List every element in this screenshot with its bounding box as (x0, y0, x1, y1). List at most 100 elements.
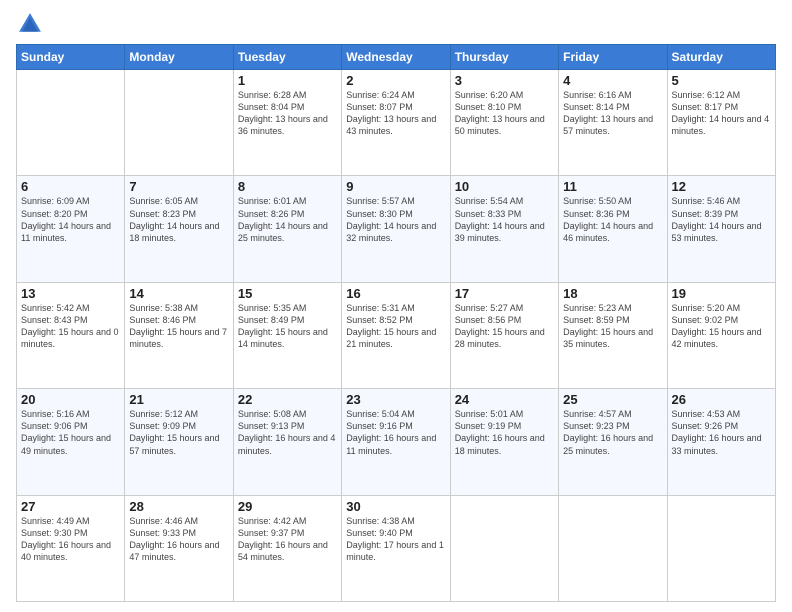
day-info: Sunrise: 5:42 AMSunset: 8:43 PMDaylight:… (21, 302, 120, 351)
day-info: Sunrise: 5:04 AMSunset: 9:16 PMDaylight:… (346, 408, 445, 457)
day-number: 19 (672, 286, 771, 301)
day-number: 21 (129, 392, 228, 407)
calendar-cell: 7Sunrise: 6:05 AMSunset: 8:23 PMDaylight… (125, 176, 233, 282)
calendar-cell: 3Sunrise: 6:20 AMSunset: 8:10 PMDaylight… (450, 70, 558, 176)
day-number: 1 (238, 73, 337, 88)
calendar-week-row: 6Sunrise: 6:09 AMSunset: 8:20 PMDaylight… (17, 176, 776, 282)
calendar-cell: 15Sunrise: 5:35 AMSunset: 8:49 PMDayligh… (233, 282, 341, 388)
day-info: Sunrise: 6:20 AMSunset: 8:10 PMDaylight:… (455, 89, 554, 138)
day-number: 18 (563, 286, 662, 301)
calendar-cell: 26Sunrise: 4:53 AMSunset: 9:26 PMDayligh… (667, 389, 775, 495)
day-number: 4 (563, 73, 662, 88)
day-number: 29 (238, 499, 337, 514)
calendar-cell (559, 495, 667, 601)
calendar-cell: 10Sunrise: 5:54 AMSunset: 8:33 PMDayligh… (450, 176, 558, 282)
day-info: Sunrise: 5:20 AMSunset: 9:02 PMDaylight:… (672, 302, 771, 351)
day-info: Sunrise: 4:57 AMSunset: 9:23 PMDaylight:… (563, 408, 662, 457)
calendar-cell: 28Sunrise: 4:46 AMSunset: 9:33 PMDayligh… (125, 495, 233, 601)
day-number: 7 (129, 179, 228, 194)
calendar-cell: 20Sunrise: 5:16 AMSunset: 9:06 PMDayligh… (17, 389, 125, 495)
day-number: 24 (455, 392, 554, 407)
day-number: 9 (346, 179, 445, 194)
day-number: 22 (238, 392, 337, 407)
calendar-cell (125, 70, 233, 176)
day-info: Sunrise: 4:42 AMSunset: 9:37 PMDaylight:… (238, 515, 337, 564)
weekday-header: Monday (125, 45, 233, 70)
day-number: 23 (346, 392, 445, 407)
calendar-cell: 13Sunrise: 5:42 AMSunset: 8:43 PMDayligh… (17, 282, 125, 388)
calendar-cell: 16Sunrise: 5:31 AMSunset: 8:52 PMDayligh… (342, 282, 450, 388)
calendar-cell: 2Sunrise: 6:24 AMSunset: 8:07 PMDaylight… (342, 70, 450, 176)
calendar-cell: 23Sunrise: 5:04 AMSunset: 9:16 PMDayligh… (342, 389, 450, 495)
day-info: Sunrise: 5:46 AMSunset: 8:39 PMDaylight:… (672, 195, 771, 244)
day-number: 12 (672, 179, 771, 194)
day-info: Sunrise: 4:49 AMSunset: 9:30 PMDaylight:… (21, 515, 120, 564)
day-info: Sunrise: 6:16 AMSunset: 8:14 PMDaylight:… (563, 89, 662, 138)
logo (16, 10, 48, 38)
day-info: Sunrise: 6:09 AMSunset: 8:20 PMDaylight:… (21, 195, 120, 244)
day-info: Sunrise: 5:16 AMSunset: 9:06 PMDaylight:… (21, 408, 120, 457)
calendar-cell: 27Sunrise: 4:49 AMSunset: 9:30 PMDayligh… (17, 495, 125, 601)
day-info: Sunrise: 6:05 AMSunset: 8:23 PMDaylight:… (129, 195, 228, 244)
calendar-cell: 18Sunrise: 5:23 AMSunset: 8:59 PMDayligh… (559, 282, 667, 388)
calendar-cell: 4Sunrise: 6:16 AMSunset: 8:14 PMDaylight… (559, 70, 667, 176)
day-number: 6 (21, 179, 120, 194)
day-number: 28 (129, 499, 228, 514)
day-info: Sunrise: 6:12 AMSunset: 8:17 PMDaylight:… (672, 89, 771, 138)
day-number: 5 (672, 73, 771, 88)
day-number: 13 (21, 286, 120, 301)
day-number: 27 (21, 499, 120, 514)
day-number: 11 (563, 179, 662, 194)
calendar-cell: 29Sunrise: 4:42 AMSunset: 9:37 PMDayligh… (233, 495, 341, 601)
calendar-cell: 19Sunrise: 5:20 AMSunset: 9:02 PMDayligh… (667, 282, 775, 388)
day-info: Sunrise: 6:01 AMSunset: 8:26 PMDaylight:… (238, 195, 337, 244)
day-info: Sunrise: 6:28 AMSunset: 8:04 PMDaylight:… (238, 89, 337, 138)
day-number: 25 (563, 392, 662, 407)
day-number: 17 (455, 286, 554, 301)
day-number: 20 (21, 392, 120, 407)
weekday-header: Thursday (450, 45, 558, 70)
calendar-cell: 25Sunrise: 4:57 AMSunset: 9:23 PMDayligh… (559, 389, 667, 495)
logo-icon (16, 10, 44, 38)
page: SundayMondayTuesdayWednesdayThursdayFrid… (0, 0, 792, 612)
calendar-cell: 1Sunrise: 6:28 AMSunset: 8:04 PMDaylight… (233, 70, 341, 176)
weekday-header: Saturday (667, 45, 775, 70)
calendar-cell (17, 70, 125, 176)
day-number: 14 (129, 286, 228, 301)
calendar-cell: 21Sunrise: 5:12 AMSunset: 9:09 PMDayligh… (125, 389, 233, 495)
weekday-header: Sunday (17, 45, 125, 70)
calendar-table: SundayMondayTuesdayWednesdayThursdayFrid… (16, 44, 776, 602)
day-info: Sunrise: 5:54 AMSunset: 8:33 PMDaylight:… (455, 195, 554, 244)
calendar-week-row: 27Sunrise: 4:49 AMSunset: 9:30 PMDayligh… (17, 495, 776, 601)
calendar-cell (450, 495, 558, 601)
calendar-cell: 17Sunrise: 5:27 AMSunset: 8:56 PMDayligh… (450, 282, 558, 388)
day-info: Sunrise: 4:38 AMSunset: 9:40 PMDaylight:… (346, 515, 445, 564)
day-info: Sunrise: 5:57 AMSunset: 8:30 PMDaylight:… (346, 195, 445, 244)
day-number: 10 (455, 179, 554, 194)
calendar-cell: 30Sunrise: 4:38 AMSunset: 9:40 PMDayligh… (342, 495, 450, 601)
calendar-week-row: 1Sunrise: 6:28 AMSunset: 8:04 PMDaylight… (17, 70, 776, 176)
calendar-header-row: SundayMondayTuesdayWednesdayThursdayFrid… (17, 45, 776, 70)
day-info: Sunrise: 6:24 AMSunset: 8:07 PMDaylight:… (346, 89, 445, 138)
day-number: 16 (346, 286, 445, 301)
calendar-cell: 6Sunrise: 6:09 AMSunset: 8:20 PMDaylight… (17, 176, 125, 282)
day-number: 30 (346, 499, 445, 514)
calendar-cell: 5Sunrise: 6:12 AMSunset: 8:17 PMDaylight… (667, 70, 775, 176)
weekday-header: Wednesday (342, 45, 450, 70)
weekday-header: Friday (559, 45, 667, 70)
day-number: 15 (238, 286, 337, 301)
header (16, 10, 776, 38)
day-info: Sunrise: 5:35 AMSunset: 8:49 PMDaylight:… (238, 302, 337, 351)
day-number: 2 (346, 73, 445, 88)
day-info: Sunrise: 5:12 AMSunset: 9:09 PMDaylight:… (129, 408, 228, 457)
calendar-cell: 8Sunrise: 6:01 AMSunset: 8:26 PMDaylight… (233, 176, 341, 282)
calendar-cell: 14Sunrise: 5:38 AMSunset: 8:46 PMDayligh… (125, 282, 233, 388)
calendar-cell: 22Sunrise: 5:08 AMSunset: 9:13 PMDayligh… (233, 389, 341, 495)
calendar-cell: 9Sunrise: 5:57 AMSunset: 8:30 PMDaylight… (342, 176, 450, 282)
calendar-week-row: 20Sunrise: 5:16 AMSunset: 9:06 PMDayligh… (17, 389, 776, 495)
day-info: Sunrise: 5:38 AMSunset: 8:46 PMDaylight:… (129, 302, 228, 351)
calendar-cell: 11Sunrise: 5:50 AMSunset: 8:36 PMDayligh… (559, 176, 667, 282)
day-number: 3 (455, 73, 554, 88)
calendar-cell: 12Sunrise: 5:46 AMSunset: 8:39 PMDayligh… (667, 176, 775, 282)
calendar-cell: 24Sunrise: 5:01 AMSunset: 9:19 PMDayligh… (450, 389, 558, 495)
